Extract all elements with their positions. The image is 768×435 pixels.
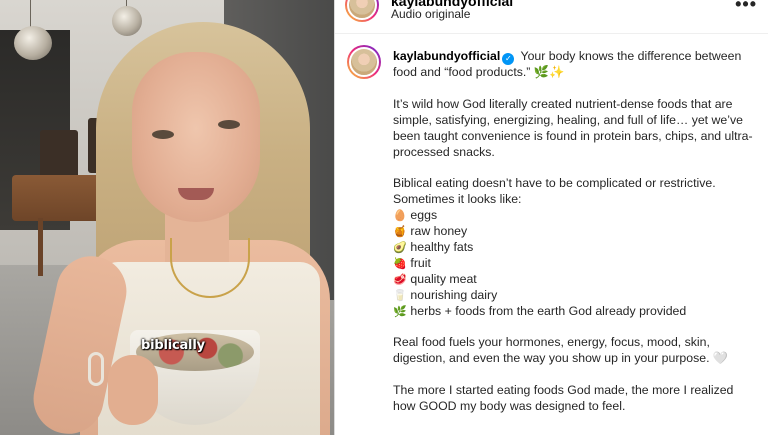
honey-icon: 🍯 bbox=[393, 225, 407, 239]
lamp-wire bbox=[30, 0, 31, 28]
table-leg bbox=[38, 218, 43, 276]
audio-label[interactable]: Audio originale bbox=[391, 7, 470, 21]
list-intro-line-2: Sometimes it looks like: bbox=[393, 192, 522, 207]
list-item-text: healthy fats bbox=[410, 239, 474, 254]
list-item-text: eggs bbox=[410, 208, 438, 223]
list-item: 🥩 quality meat bbox=[393, 272, 753, 288]
person-hand bbox=[108, 355, 158, 425]
list-item-text: quality meat bbox=[410, 271, 477, 286]
eye-right bbox=[218, 120, 240, 129]
milk-icon: 🥛 bbox=[393, 288, 407, 302]
herb-icon: 🌿 bbox=[393, 304, 407, 318]
bracelet bbox=[88, 352, 104, 386]
list-intro-line-1: Biblical eating doesn’t have to be compl… bbox=[393, 176, 716, 191]
header-avatar[interactable] bbox=[345, 0, 379, 22]
caption-avatar[interactable] bbox=[347, 45, 381, 79]
list-item-text: raw honey bbox=[410, 224, 468, 239]
list-item: 🍯 raw honey bbox=[393, 224, 753, 240]
post-caption: kaylabundyofficial ✓ Your body knows the … bbox=[393, 49, 753, 431]
eye-left bbox=[152, 130, 174, 139]
strawberry-icon: 🍓 bbox=[393, 256, 407, 270]
post-panel: kaylabundyofficial Audio originale ••• k… bbox=[334, 0, 768, 435]
pendant-lamp bbox=[112, 6, 142, 36]
more-options-icon[interactable]: ••• bbox=[735, 0, 757, 15]
list-item: 🍓 fruit bbox=[393, 256, 753, 272]
post-header: kaylabundyofficial Audio originale ••• bbox=[335, 0, 768, 34]
caption-username[interactable]: kaylabundyofficial bbox=[393, 49, 500, 63]
egg-icon: 🥚 bbox=[393, 209, 407, 223]
list-item-text: herbs + foods from the earth God already… bbox=[410, 303, 687, 318]
pendant-lamp bbox=[14, 26, 52, 60]
list-item-text: fruit bbox=[410, 255, 431, 270]
list-item: 🥛 nourishing dairy bbox=[393, 288, 753, 304]
caption-intro: kaylabundyofficial ✓ Your body knows the … bbox=[393, 49, 753, 81]
caption-list: Biblical eating doesn’t have to be compl… bbox=[393, 176, 753, 319]
reel-video[interactable]: biblically bbox=[0, 0, 334, 435]
list-item: 🥑 healthy fats bbox=[393, 240, 753, 256]
list-item-text: nourishing dairy bbox=[410, 287, 498, 302]
caption-paragraph-3: The more I started eating foods God made… bbox=[393, 383, 734, 413]
list-item: 🌿 herbs + foods from the earth God alrea… bbox=[393, 304, 753, 320]
verified-badge-icon: ✓ bbox=[502, 53, 515, 65]
list-item: 🥚 eggs bbox=[393, 208, 753, 224]
video-caption: biblically bbox=[141, 338, 205, 353]
meat-icon: 🥩 bbox=[393, 272, 407, 286]
avocado-icon: 🥑 bbox=[393, 240, 407, 254]
caption-paragraph-1: It’s wild how God literally created nutr… bbox=[393, 96, 753, 159]
caption-paragraph-2: Real food fuels your hormones, energy, f… bbox=[393, 335, 729, 366]
